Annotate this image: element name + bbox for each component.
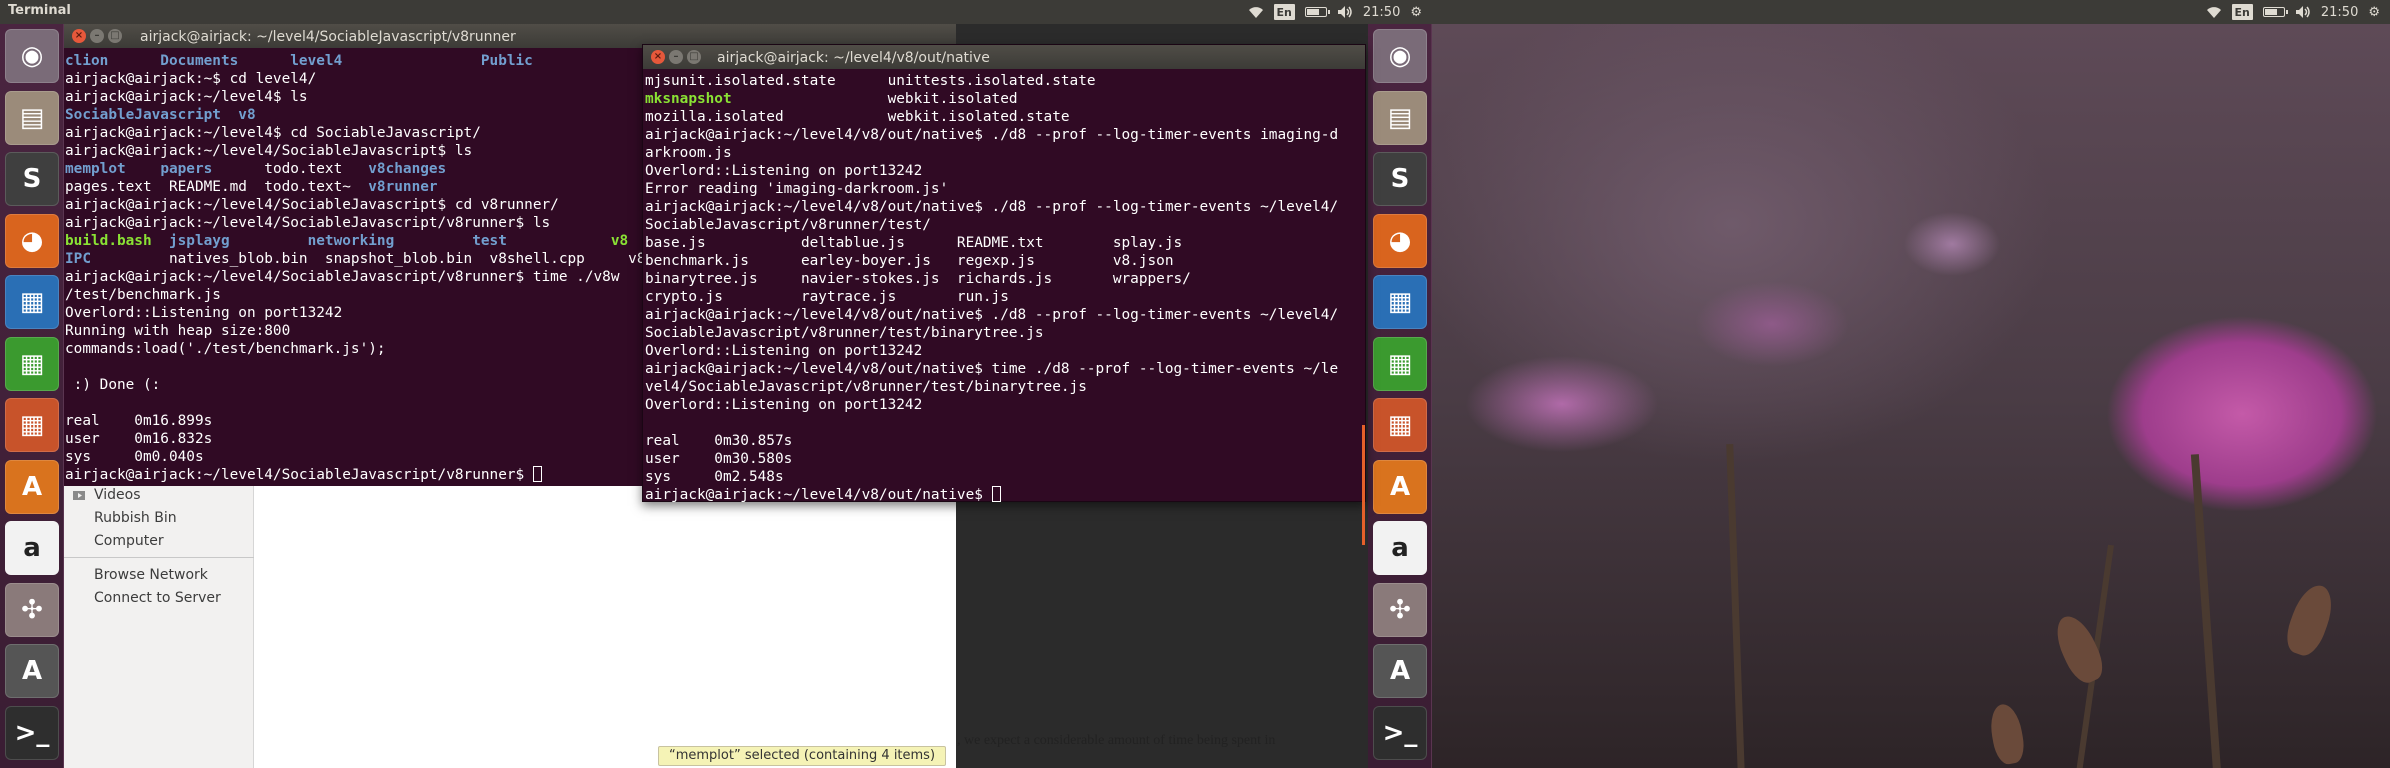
indicator-area-right: En 21:50 ⚙	[2206, 2, 2380, 22]
keyboard-layout-indicator[interactable]: En	[2231, 4, 2253, 20]
unity-launcher-left: ◉ ▤ S ◕ ▦ ▦ ▦ Aa ✣ A >_	[0, 24, 64, 768]
maximize-button[interactable]: □	[108, 29, 122, 43]
desktop-wallpaper	[1432, 24, 2390, 768]
clock[interactable]: 21:50	[2321, 2, 2358, 22]
launcher-libreoffice-calc-icon[interactable]: ▦	[5, 336, 59, 391]
flower-bud	[2280, 580, 2340, 660]
server-icon	[72, 592, 86, 604]
sidebar-item-rubbish-bin[interactable]: Rubbish Bin	[72, 507, 177, 529]
launcher-firefox-icon[interactable]: ◕	[1373, 213, 1427, 268]
terminal-title: airjack@airjack: ~/level4/v8/out/native	[717, 50, 990, 66]
sidebar-item-label: Browse Network	[94, 567, 208, 583]
terminal-output[interactable]: mjsunit.isolated.state unittests.isolate…	[645, 72, 1357, 504]
window-controls: × – □	[651, 50, 701, 64]
gear-icon[interactable]: ⚙	[1410, 2, 1422, 22]
launcher-dash-home-icon[interactable]: ◉	[1373, 29, 1427, 83]
maximize-button[interactable]: □	[687, 50, 701, 64]
launcher-firefox-icon[interactable]: ◕	[5, 213, 59, 268]
close-button[interactable]: ×	[651, 50, 665, 64]
launcher-dash-home-icon[interactable]: ◉	[5, 29, 59, 83]
keyboard-layout-indicator[interactable]: En	[1273, 4, 1295, 20]
text-cursor	[991, 486, 1001, 502]
file-manager-status-bar: “memplot” selected (containing 4 items)	[658, 746, 947, 766]
trash-icon	[72, 512, 86, 524]
sidebar-item-label: Videos	[94, 487, 141, 503]
launcher-terminal-icon[interactable]: >_	[5, 705, 59, 760]
launcher-terminal-icon[interactable]: >_	[1373, 705, 1427, 760]
launcher-libreoffice-impress-icon[interactable]: ▦	[1373, 398, 1427, 452]
launcher-software-updater-icon[interactable]: A	[1373, 644, 1427, 698]
sidebar-divider	[64, 557, 254, 558]
sidebar-item-computer[interactable]: Computer	[72, 530, 164, 552]
launcher-libreoffice-writer-icon[interactable]: ▦	[1373, 275, 1427, 329]
close-button[interactable]: ×	[72, 29, 86, 43]
flower-bud	[1987, 701, 2027, 767]
sidebar-item-label: Computer	[94, 533, 164, 549]
document-text-fragment: , we expect a considerable amount of tim…	[957, 733, 1276, 748]
launcher-sublime-text-icon[interactable]: S	[5, 152, 59, 206]
top-panel-left: Terminal En 21:50 ⚙	[0, 0, 1432, 24]
battery-icon[interactable]	[1304, 2, 1330, 22]
battery-icon[interactable]	[2262, 2, 2288, 22]
flower-stem	[1726, 443, 1745, 768]
sidebar-item-videos[interactable]: Videos	[72, 484, 141, 506]
sidebar-item-connect-to-server[interactable]: Connect to Server	[72, 587, 221, 609]
volume-icon[interactable]	[1337, 2, 1353, 22]
launcher-libreoffice-calc-icon[interactable]: ▦	[1373, 336, 1427, 391]
launcher-files-icon[interactable]: ▤	[5, 90, 59, 145]
terminal-window-native[interactable]: × – □ airjack@airjack: ~/level4/v8/out/n…	[642, 44, 1366, 545]
sidebar-item-browse-network[interactable]: Browse Network	[72, 564, 208, 586]
launcher-system-settings-icon[interactable]: ✣	[1373, 582, 1427, 637]
launcher-ubuntu-software-center-icon[interactable]: A	[5, 459, 59, 514]
launcher-libreoffice-writer-icon[interactable]: ▦	[5, 275, 59, 329]
terminal-titlebar[interactable]: × – □ airjack@airjack: ~/level4/v8/out/n…	[643, 45, 1365, 69]
launcher-libreoffice-impress-icon[interactable]: ▦	[5, 398, 59, 452]
active-app-title: Terminal	[8, 3, 71, 18]
launcher-amazon-icon[interactable]: a	[1373, 521, 1427, 575]
terminal-title: airjack@airjack: ~/level4/SociableJavasc…	[140, 29, 516, 45]
unity-launcher-right: ◉ ▤ S ◕ ▦ ▦ ▦ Aa ✣ A >_	[1368, 24, 1432, 768]
gear-icon[interactable]: ⚙	[2368, 2, 2380, 22]
video-folder-icon	[72, 489, 86, 501]
file-manager-sidebar: Videos Rubbish Bin Computer Browse Netwo…	[64, 480, 254, 768]
wifi-icon[interactable]	[2206, 2, 2222, 22]
volume-icon[interactable]	[2295, 2, 2311, 22]
top-panel-right: En 21:50 ⚙	[1432, 0, 2390, 24]
sidebar-item-label: Rubbish Bin	[94, 510, 177, 526]
file-manager-window: Videos Rubbish Bin Computer Browse Netwo…	[64, 480, 1275, 768]
launcher-system-settings-icon[interactable]: ✣	[5, 582, 59, 637]
sidebar-item-label: Connect to Server	[94, 590, 221, 606]
window-controls: × – □	[72, 29, 122, 43]
computer-icon	[72, 535, 86, 547]
minimize-button[interactable]: –	[90, 29, 104, 43]
terminal-scroll-indicator	[1362, 425, 1365, 545]
text-cursor	[532, 466, 542, 482]
launcher-amazon-icon[interactable]: a	[5, 521, 59, 575]
launcher-software-updater-icon[interactable]: A	[5, 644, 59, 698]
launcher-sublime-text-icon[interactable]: S	[1373, 152, 1427, 206]
indicator-area-left: En 21:50 ⚙	[1248, 2, 1422, 22]
clock[interactable]: 21:50	[1363, 2, 1400, 22]
wifi-icon[interactable]	[1248, 2, 1264, 22]
launcher-ubuntu-software-center-icon[interactable]: A	[1373, 459, 1427, 514]
launcher-files-icon[interactable]: ▤	[1373, 90, 1427, 145]
flower-stem	[2190, 454, 2222, 768]
network-icon	[72, 569, 86, 581]
minimize-button[interactable]: –	[669, 50, 683, 64]
